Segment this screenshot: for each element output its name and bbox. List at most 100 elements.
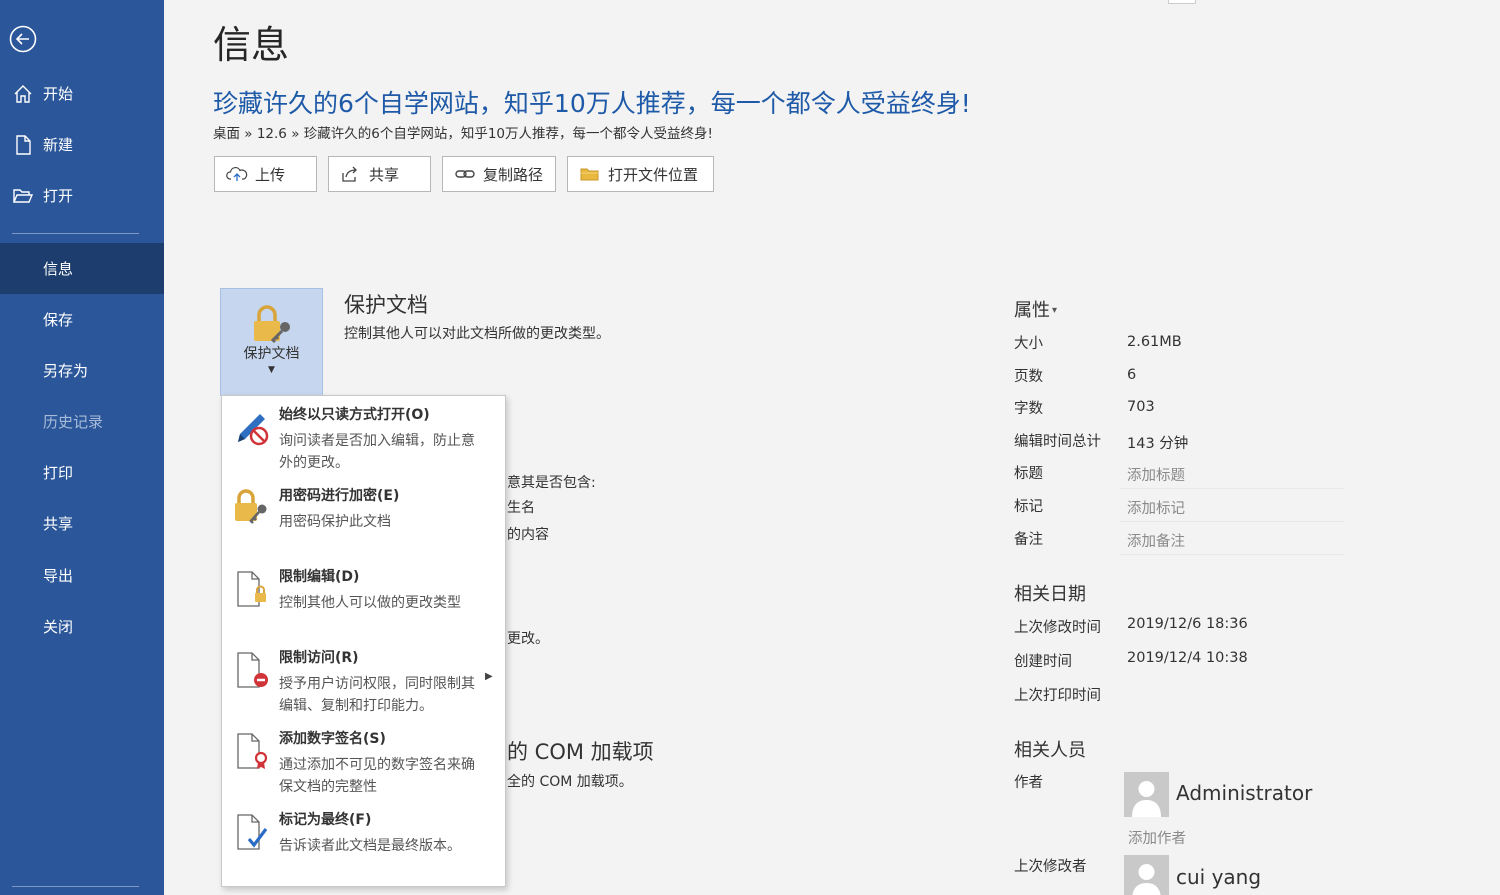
related-people-heading: 相关人员 xyxy=(1014,740,1086,761)
cloud-upload-icon xyxy=(225,164,249,184)
back-arrow-icon[interactable] xyxy=(8,24,38,54)
prop-label-tags: 标记 xyxy=(1014,499,1043,515)
author-name[interactable]: Administrator xyxy=(1176,781,1312,805)
nav-print[interactable]: 打印 xyxy=(0,447,164,498)
date-value-modified: 2019/12/6 18:36 xyxy=(1127,616,1248,632)
pen-prohibited-icon xyxy=(238,414,269,446)
prop-label-title: 标题 xyxy=(1014,466,1043,482)
upload-button[interactable]: 上传 xyxy=(214,156,317,192)
window-edge-mark xyxy=(1168,0,1196,4)
nav-share-label: 共享 xyxy=(43,515,74,533)
sidebar-divider xyxy=(12,233,139,234)
signature-ribbon-icon xyxy=(237,733,268,769)
new-document-icon xyxy=(16,135,31,155)
nav-save[interactable]: 保存 xyxy=(0,294,164,345)
share-icon xyxy=(339,164,363,184)
page-title: 信息 xyxy=(213,23,290,67)
menu-item-desc: 告诉读者此文档是最终版本。 xyxy=(279,838,461,854)
comments-field-underline xyxy=(1120,554,1344,555)
upload-label: 上传 xyxy=(255,165,286,184)
protect-tile-label: 保护文档 xyxy=(243,346,300,362)
properties-heading: 属性 xyxy=(1014,300,1050,321)
person-icon xyxy=(1132,781,1161,817)
nav-info[interactable]: 信息 xyxy=(0,243,164,294)
menu-item-desc: 控制其他人可以做的更改类型 xyxy=(279,595,461,611)
last-modified-avatar[interactable] xyxy=(1124,855,1169,895)
nav-export[interactable]: 导出 xyxy=(0,550,164,601)
breadcrumb: 桌面 » 12.6 » 珍藏许久的6个自学网站，知乎10万人推荐，每一个都令人受… xyxy=(213,126,713,142)
last-modified-by-label: 上次修改者 xyxy=(1014,859,1087,875)
nav-new[interactable]: 新建 xyxy=(0,119,164,170)
nav-open[interactable]: 打开 xyxy=(0,170,164,221)
home-icon xyxy=(14,85,32,103)
document-block-icon xyxy=(237,652,268,688)
nav-home[interactable]: 开始 xyxy=(0,68,164,119)
menu-item-title: 标记为最终(F) xyxy=(279,812,372,828)
menu-item-restrict-editing[interactable]: 限制编辑(D) 控制其他人可以做的更改类型 xyxy=(222,558,505,638)
menu-item-add-signature[interactable]: 添加数字签名(S) 通过添加不可见的数字签名来确保文档的完整性 xyxy=(222,720,505,800)
protect-section-title: 保护文档 xyxy=(344,293,428,317)
protect-document-menu: 始终以只读方式打开(O) 询问读者是否加入编辑，防止意外的更改。 用密码进行加密… xyxy=(221,395,506,887)
nav-save-label: 保存 xyxy=(43,311,74,329)
nav-close[interactable]: 关闭 xyxy=(0,601,164,652)
menu-item-always-open-readonly[interactable]: 始终以只读方式打开(O) 询问读者是否加入编辑，防止意外的更改。 xyxy=(222,396,505,476)
menu-item-desc: 通过添加不可见的数字签名来确保文档的完整性 xyxy=(279,757,475,795)
share-button[interactable]: 共享 xyxy=(328,156,431,192)
copy-path-label: 复制路径 xyxy=(483,165,544,184)
menu-item-mark-as-final[interactable]: 标记为最终(F) 告诉读者此文档是最终版本。 xyxy=(222,801,505,881)
prop-value-size: 2.61MB xyxy=(1127,334,1182,350)
menu-item-desc: 询问读者是否加入编辑，防止意外的更改。 xyxy=(279,433,475,471)
tags-field[interactable]: 添加标记 xyxy=(1127,497,1185,518)
nav-new-label: 新建 xyxy=(43,136,74,154)
last-modified-name[interactable]: cui yang xyxy=(1176,865,1261,889)
menu-item-title: 添加数字签名(S) xyxy=(279,731,386,747)
author-avatar[interactable] xyxy=(1124,772,1169,817)
author-label: 作者 xyxy=(1014,775,1043,791)
inspect-text-line3: 的内容 xyxy=(507,527,549,543)
date-label-printed: 上次打印时间 xyxy=(1014,688,1101,704)
tags-field-underline xyxy=(1120,521,1344,522)
protect-document-button[interactable]: 保护文档 ▼ xyxy=(220,288,323,396)
com-addins-title: 的 COM 加载项 xyxy=(507,740,654,764)
menu-item-desc: 授予用户访问权限，同时限制其编辑、复制和打印能力。 xyxy=(279,676,475,714)
menu-item-restrict-access[interactable]: 限制访问(R) 授予用户访问权限，同时限制其编辑、复制和打印能力。 ▶ xyxy=(222,639,505,719)
open-location-label: 打开文件位置 xyxy=(608,165,699,184)
comments-field[interactable]: 添加备注 xyxy=(1127,530,1185,551)
nav-print-label: 打印 xyxy=(43,464,74,482)
nav-close-label: 关闭 xyxy=(43,618,74,636)
folder-icon xyxy=(578,164,602,184)
menu-item-title: 限制访问(R) xyxy=(279,650,359,666)
nav-history: 历史记录 xyxy=(0,396,164,447)
prop-value-words: 703 xyxy=(1127,399,1155,415)
prop-label-comments: 备注 xyxy=(1014,532,1043,548)
nav-open-label: 打开 xyxy=(43,187,74,205)
date-label-created: 创建时间 xyxy=(1014,654,1072,670)
lock-key-icon xyxy=(254,305,290,344)
prop-label-pages: 页数 xyxy=(1014,369,1043,385)
nav-home-label: 开始 xyxy=(43,85,74,103)
title-field-underline xyxy=(1120,488,1344,489)
open-location-button[interactable]: 打开文件位置 xyxy=(567,156,714,192)
document-check-icon xyxy=(237,814,268,850)
submenu-arrow-icon: ▶ xyxy=(485,671,493,682)
prop-label-size: 大小 xyxy=(1014,336,1043,352)
properties-dropdown[interactable]: 属性 ▾ xyxy=(1014,296,1057,322)
date-label-modified: 上次修改时间 xyxy=(1014,620,1101,636)
inspect-text-line2: 生名 xyxy=(507,500,535,516)
menu-item-title: 限制编辑(D) xyxy=(279,569,360,585)
nav-share[interactable]: 共享 xyxy=(0,498,164,549)
chevron-down-icon: ▼ xyxy=(268,365,275,375)
prop-label-words: 字数 xyxy=(1014,401,1043,417)
menu-item-title: 始终以只读方式打开(O) xyxy=(279,407,430,423)
share-label: 共享 xyxy=(369,165,400,184)
add-author-field[interactable]: 添加作者 xyxy=(1128,827,1186,848)
inspect-text-line1: 意其是否包含: xyxy=(507,475,596,491)
copy-path-button[interactable]: 复制路径 xyxy=(442,156,556,192)
menu-item-encrypt-password[interactable]: 用密码进行加密(E) 用密码保护此文档 xyxy=(222,477,505,557)
backstage-sidebar: 开始 新建 打开 信息 保存 另存为 历史记录 打印 共享 导出 关闭 xyxy=(0,0,164,895)
prop-value-edit-time: 143 分钟 xyxy=(1127,436,1189,452)
nav-save-as[interactable]: 另存为 xyxy=(0,345,164,396)
nav-save-as-label: 另存为 xyxy=(43,362,89,380)
open-folder-icon xyxy=(12,189,34,203)
title-field[interactable]: 添加标题 xyxy=(1127,464,1185,485)
